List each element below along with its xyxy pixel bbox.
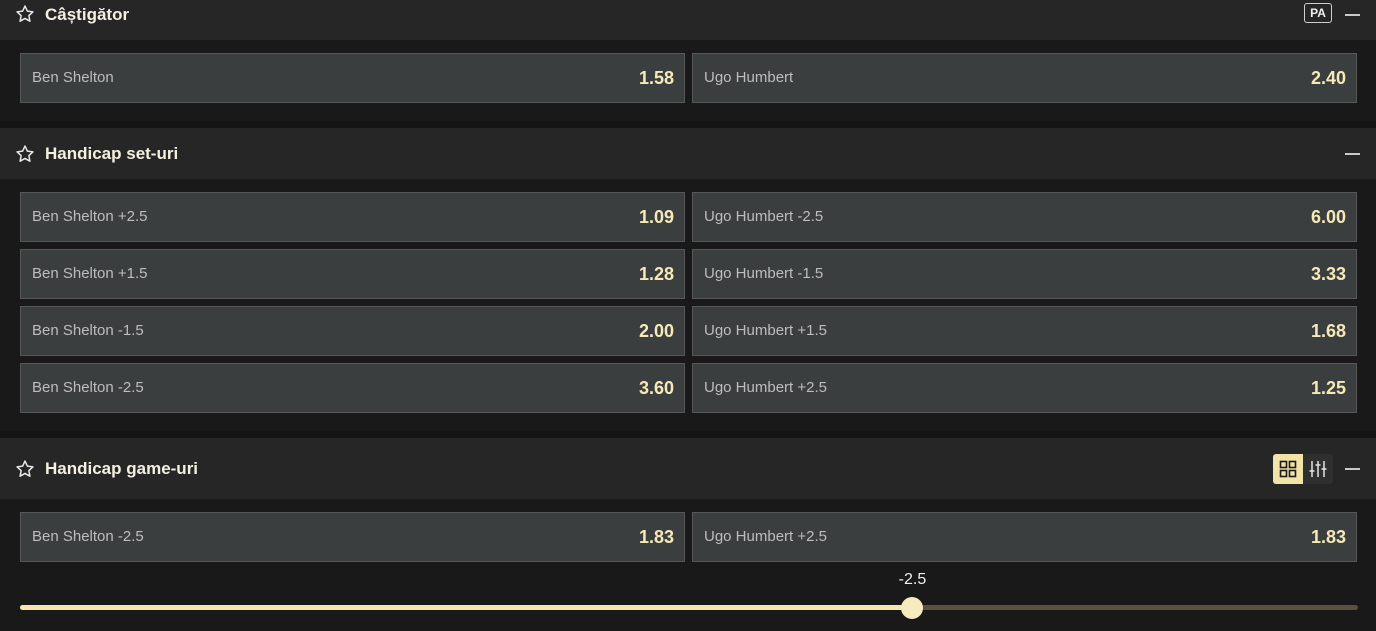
odd-label: Ugo Humbert -1.5 [704,265,824,282]
odd-price: 1.83 [638,527,674,547]
odd-price: 1.83 [1310,527,1346,547]
odd-label: Ben Shelton -2.5 [32,528,144,545]
odd-price: 1.68 [1310,321,1346,341]
odd-button[interactable]: Ugo Humbert +2.5 1.25 [692,363,1357,413]
favorite-star-icon[interactable] [15,4,35,24]
odd-button[interactable]: Ugo Humbert +2.5 1.83 [692,512,1357,562]
set-handicap-header[interactable]: Handicap set-uri [0,128,1376,179]
odd-button[interactable]: Ugo Humbert -1.5 3.33 [692,249,1357,299]
odd-button[interactable]: Ben Shelton -2.5 3.60 [20,363,685,413]
odd-price: 1.58 [638,68,674,88]
favorite-star-icon[interactable] [15,144,35,164]
collapse-minus-icon[interactable] [1345,14,1360,16]
handicap-slider-value: -2.5 [898,571,927,588]
odd-price: 1.28 [638,264,674,284]
grid-icon [1279,460,1297,478]
market-title: Câștigător [45,5,130,24]
winner-header[interactable]: Câștigător PA [0,0,1376,40]
odd-price: 3.33 [1310,264,1346,284]
winner-body: Ben Shelton 1.58 Ugo Humbert 2.40 [0,40,1376,121]
market-title: Handicap set-uri [45,144,179,163]
odd-price: 1.09 [638,207,674,227]
odd-label: Ugo Humbert -2.5 [704,208,824,225]
sliders-icon [1309,461,1327,477]
odd-button[interactable]: Ben Shelton 1.58 [20,53,685,103]
odd-label: Ben Shelton [32,69,114,86]
game-handicap-header[interactable]: Handicap game-uri [0,438,1376,499]
odd-button[interactable]: Ugo Humbert 2.40 [692,53,1357,103]
odd-button[interactable]: Ben Shelton -1.5 2.00 [20,306,685,356]
odd-button[interactable]: Ugo Humbert +1.5 1.68 [692,306,1357,356]
favorite-star-icon[interactable] [15,459,35,479]
odd-button[interactable]: Ben Shelton +1.5 1.28 [20,249,685,299]
odd-button[interactable]: Ugo Humbert -2.5 6.00 [692,192,1357,242]
collapse-minus-icon[interactable] [1345,468,1360,470]
market-title: Handicap game-uri [45,459,199,478]
handicap-slider-track[interactable] [20,605,1358,610]
odd-price: 1.25 [1310,378,1346,398]
collapse-minus-icon[interactable] [1345,153,1360,155]
view-toggle [1273,454,1333,484]
odd-label: Ben Shelton +1.5 [32,265,148,282]
odd-button[interactable]: Ben Shelton -2.5 1.83 [20,512,685,562]
odd-label: Ben Shelton -1.5 [32,322,144,339]
odd-label: Ugo Humbert +1.5 [704,322,827,339]
odd-price: 6.00 [1310,207,1346,227]
odd-label: Ben Shelton -2.5 [32,379,144,396]
grid-view-button[interactable] [1273,454,1303,484]
odd-price: 2.00 [638,321,674,341]
odd-label: Ugo Humbert +2.5 [704,528,827,545]
handicap-slider-fill [20,605,913,610]
slider-view-button[interactable] [1303,454,1333,484]
game-handicap-body: Ben Shelton -2.5 1.83 Ugo Humbert +2.5 1… [0,499,1376,631]
odd-label: Ugo Humbert [704,69,794,86]
odd-price: 3.60 [638,378,674,398]
odd-price: 2.40 [1310,68,1346,88]
odd-button[interactable]: Ben Shelton +2.5 1.09 [20,192,685,242]
odd-label: Ugo Humbert +2.5 [704,379,827,396]
pa-badge[interactable]: PA [1304,3,1332,23]
set-handicap-body: Ben Shelton +2.5 1.09 Ugo Humbert -2.5 6… [0,179,1376,431]
odd-label: Ben Shelton +2.5 [32,208,148,225]
